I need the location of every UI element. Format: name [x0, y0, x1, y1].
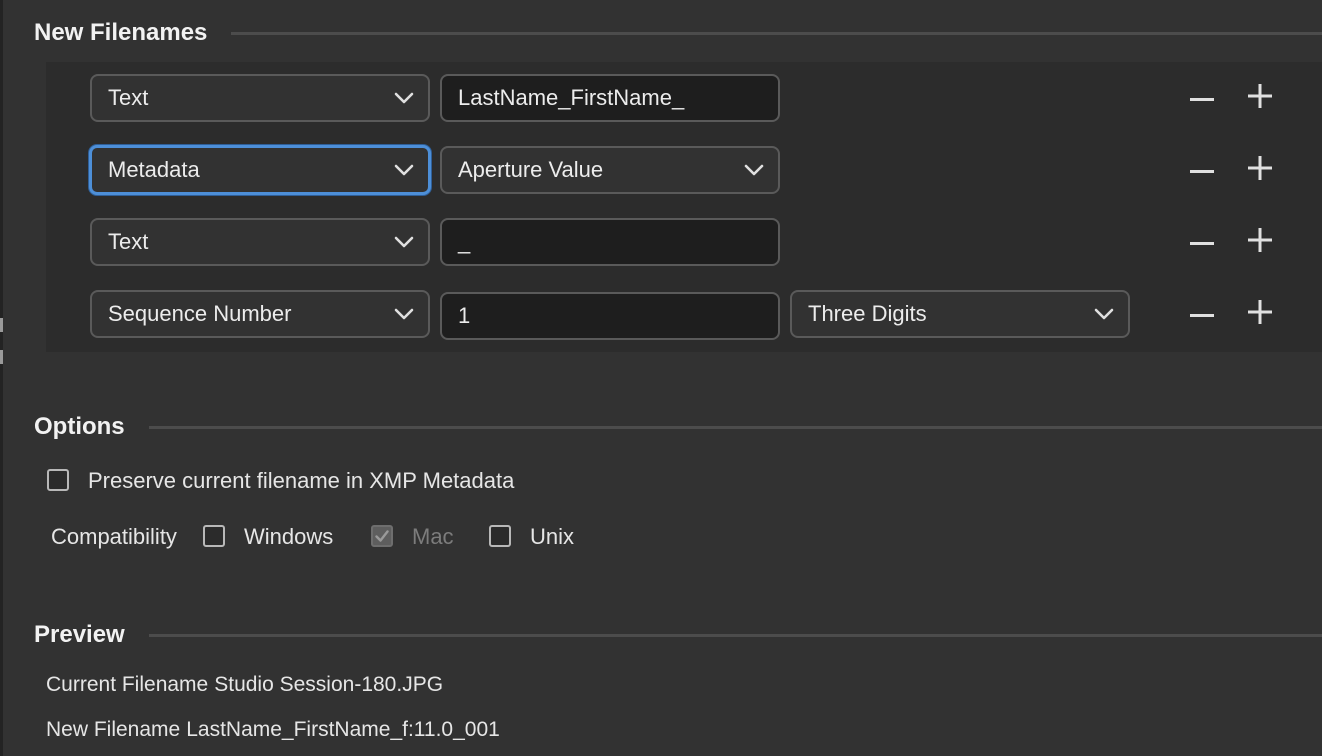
compatibility-label: Compatibility [51, 524, 177, 549]
preview-header: Preview [34, 618, 1322, 652]
row2-metadata-field-dropdown[interactable]: Aperture Value [440, 146, 780, 194]
chevron-down-icon [394, 307, 414, 321]
window-edge-marker [0, 350, 3, 364]
row4-remove-button[interactable] [1187, 299, 1217, 329]
row3-remove-button[interactable] [1187, 227, 1217, 257]
plus-icon [1248, 227, 1272, 257]
unix-checkbox[interactable] [489, 525, 511, 547]
plus-icon [1248, 83, 1272, 113]
row4-type-label: Sequence Number [108, 301, 292, 326]
new-filenames-title: New Filenames [34, 19, 208, 46]
windows-label: Windows [244, 524, 334, 549]
row1-remove-button[interactable] [1187, 83, 1217, 113]
row3-type-label: Text [108, 229, 149, 254]
mac-checkbox [371, 525, 393, 547]
preserve-filename-checkbox[interactable] [47, 469, 69, 491]
row2-remove-button[interactable] [1187, 155, 1217, 185]
row2-add-button[interactable] [1245, 155, 1275, 185]
row1-type-label: Text [108, 85, 149, 110]
chevron-down-icon [1094, 307, 1114, 321]
plus-icon [1248, 155, 1272, 185]
window-edge [0, 0, 3, 756]
section-divider [231, 31, 1322, 35]
row1-type-dropdown[interactable]: Text [90, 74, 430, 122]
preserve-filename-label: Preserve current filename in XMP Metadat… [88, 468, 515, 493]
row1-text-input[interactable]: LastName_FirstName_ [440, 74, 780, 122]
row3-text-input[interactable]: _ [440, 218, 780, 266]
section-divider [148, 425, 1322, 429]
row2-type-label: Metadata [108, 157, 200, 182]
preview-title: Preview [34, 621, 125, 648]
row4-sequence-start-input[interactable]: 1 [440, 292, 780, 340]
chevron-down-icon [394, 235, 414, 249]
new-filename-label: New Filename [46, 718, 181, 741]
new-filename-line: New Filename LastName_FirstName_f:11.0_00… [46, 718, 500, 742]
windows-checkbox[interactable] [203, 525, 225, 547]
row4-type-dropdown[interactable]: Sequence Number [90, 290, 430, 338]
row4-add-button[interactable] [1245, 299, 1275, 329]
minus-icon [1190, 161, 1214, 179]
current-filename-value: Studio Session-180.JPG [214, 673, 444, 696]
row3-add-button[interactable] [1245, 227, 1275, 257]
current-filename-label: Current Filename [46, 673, 209, 696]
row2-metadata-field-label: Aperture Value [458, 157, 604, 182]
minus-icon [1190, 233, 1214, 251]
options-header: Options [34, 410, 1322, 444]
window-edge-marker [0, 318, 3, 332]
chevron-down-icon [394, 91, 414, 105]
new-filename-value: LastName_FirstName_f:11.0_001 [186, 718, 500, 741]
section-divider [148, 633, 1322, 637]
minus-icon [1190, 89, 1214, 107]
batch-rename-dialog: New Filenames Text LastName_FirstName_ M… [0, 0, 1322, 756]
chevron-down-icon [394, 163, 414, 177]
row4-digits-dropdown[interactable]: Three Digits [790, 290, 1130, 338]
unix-label: Unix [530, 524, 575, 549]
current-filename-line: Current Filename Studio Session-180.JPG [46, 673, 443, 697]
row1-add-button[interactable] [1245, 83, 1275, 113]
row3-type-dropdown[interactable]: Text [90, 218, 430, 266]
row2-type-dropdown[interactable]: Metadata [89, 145, 431, 195]
new-filenames-header: New Filenames [34, 16, 1322, 50]
options-title: Options [34, 413, 125, 440]
minus-icon [1190, 305, 1214, 323]
chevron-down-icon [744, 163, 764, 177]
plus-icon [1248, 299, 1272, 329]
mac-label: Mac [412, 524, 454, 549]
row4-digits-label: Three Digits [808, 301, 927, 326]
